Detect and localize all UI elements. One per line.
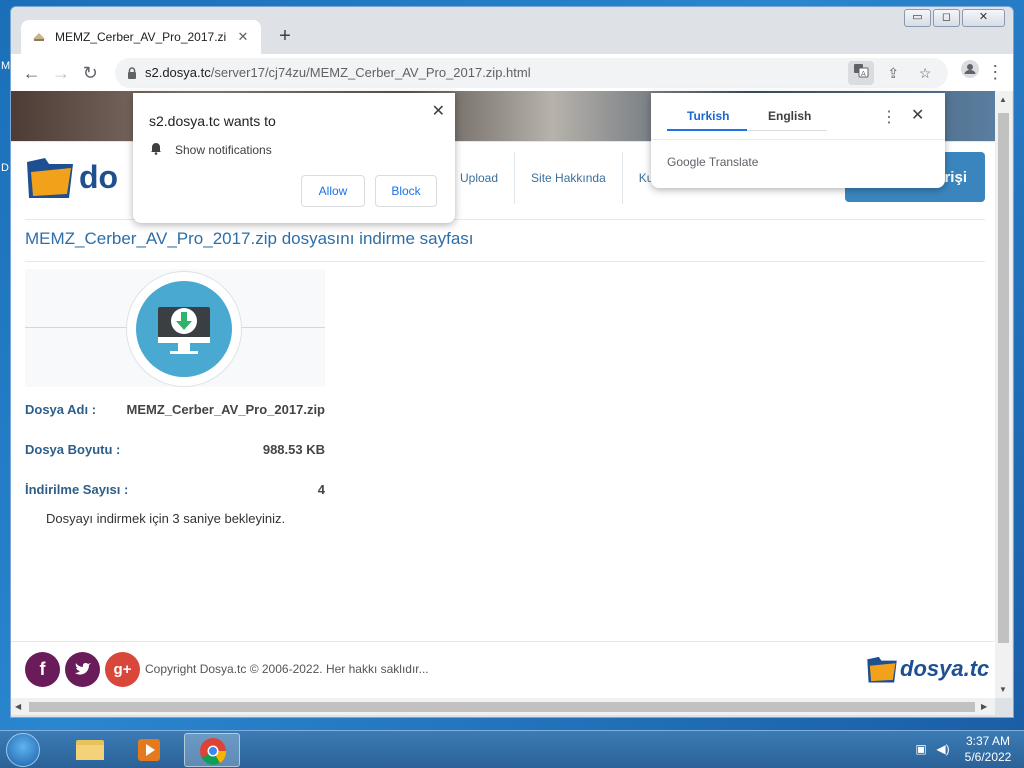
logo-text: do bbox=[79, 158, 119, 195]
file-name-value: MEMZ_Cerber_AV_Pro_2017.zip bbox=[126, 402, 325, 417]
page-title: MEMZ_Cerber_AV_Pro_2017.zip dosyasını in… bbox=[25, 229, 474, 248]
file-size-row: Dosya Boyutu : 988.53 KB bbox=[25, 442, 325, 457]
taskbar: ▣ ◀) 3:37 AM 5/6/2022 bbox=[0, 730, 1024, 768]
start-button[interactable] bbox=[6, 733, 40, 767]
allow-button[interactable]: Allow bbox=[301, 175, 365, 207]
browser-toolbar: ← → ↻ s2.dosya.tc/server17/cj74zu/MEMZ_C… bbox=[11, 54, 1013, 91]
twitter-icon[interactable] bbox=[65, 652, 100, 687]
download-monitor-icon[interactable] bbox=[136, 281, 232, 377]
facebook-icon[interactable]: f bbox=[25, 652, 60, 687]
brand-translate: Translate bbox=[708, 155, 759, 169]
google-plus-icon[interactable]: g+ bbox=[105, 652, 140, 687]
file-name-label: Dosya Adı : bbox=[25, 402, 97, 417]
notification-popup-title: s2.dosya.tc wants to bbox=[149, 113, 276, 129]
media-player-taskbar-icon[interactable] bbox=[122, 733, 178, 767]
svg-text:A: A bbox=[861, 70, 866, 78]
active-tab-indicator bbox=[667, 129, 747, 131]
new-tab-button[interactable]: + bbox=[273, 25, 297, 49]
bookmark-star-icon[interactable]: ☆ bbox=[912, 61, 938, 85]
google-translate-brand: Google Translate bbox=[667, 155, 758, 169]
scroll-up-arrow-icon[interactable]: ▲ bbox=[999, 95, 1007, 104]
desktop-icon-label: M bbox=[1, 60, 11, 72]
scroll-left-arrow-icon[interactable]: ◀ bbox=[15, 702, 21, 711]
file-size-label: Dosya Boyutu : bbox=[25, 442, 121, 457]
volume-icon[interactable]: ◀) bbox=[936, 742, 950, 756]
chrome-taskbar-icon[interactable] bbox=[184, 733, 240, 767]
footer-logo[interactable]: dosya.tc bbox=[866, 654, 989, 684]
footer-logo-folder-icon bbox=[867, 656, 897, 683]
reload-button[interactable]: ↻ bbox=[76, 58, 105, 88]
bell-icon bbox=[149, 141, 163, 158]
browser-window: MEMZ_Cerber_AV_Pro_2017.zip d ✕ + ▭ ◻ ✕ … bbox=[10, 6, 1014, 718]
translate-options-icon[interactable]: ⋮ bbox=[881, 107, 897, 127]
block-button[interactable]: Block bbox=[375, 175, 437, 207]
clock-time: 3:37 AM bbox=[965, 734, 1011, 748]
tab-title: MEMZ_Cerber_AV_Pro_2017.zip d bbox=[55, 30, 227, 44]
close-window-button[interactable]: ✕ bbox=[962, 9, 1005, 27]
network-icon[interactable]: ▣ bbox=[914, 742, 928, 756]
maximize-button[interactable]: ◻ bbox=[933, 9, 960, 27]
site-footer: f g+ Copyright Dosya.tc © 2006-2022. Her… bbox=[11, 641, 995, 698]
file-size-value: 988.53 KB bbox=[262, 442, 325, 457]
vertical-scroll-thumb[interactable] bbox=[998, 113, 1009, 643]
download-count-value: 4 bbox=[317, 482, 325, 497]
scroll-down-arrow-icon[interactable]: ▼ bbox=[999, 685, 1007, 694]
tab-divider bbox=[747, 130, 827, 131]
lock-icon[interactable] bbox=[125, 66, 139, 80]
translate-popup: Turkish English ⋮ ✕ Google Translate bbox=[651, 93, 945, 188]
forward-button[interactable]: → bbox=[46, 58, 75, 88]
translate-icon[interactable]: A bbox=[848, 60, 875, 85]
browser-menu-icon[interactable]: ⋮ bbox=[984, 62, 1007, 83]
wait-message: Dosyayı indirmek için 3 saniye bekleyini… bbox=[46, 511, 286, 526]
profile-icon[interactable] bbox=[956, 59, 983, 87]
explorer-taskbar-icon[interactable] bbox=[62, 733, 118, 767]
download-count-label: İndirilme Sayısı : bbox=[25, 482, 129, 497]
site-logo[interactable]: do bbox=[25, 154, 118, 200]
divider bbox=[651, 139, 945, 140]
divider bbox=[25, 261, 985, 262]
notification-permission-popup: s2.dosya.tc wants to ✕ Show notification… bbox=[133, 93, 455, 223]
url-path: /server17/cj74zu/MEMZ_Cerber_AV_Pro_2017… bbox=[210, 65, 531, 80]
address-bar[interactable]: s2.dosya.tc/server17/cj74zu/MEMZ_Cerber_… bbox=[114, 57, 949, 88]
clock-date: 5/6/2022 bbox=[964, 750, 1012, 764]
horizontal-scroll-thumb[interactable] bbox=[29, 702, 975, 712]
footer-logo-text: dosya.tc bbox=[900, 656, 990, 681]
nav-item-about[interactable]: Site Hakkında bbox=[514, 152, 622, 204]
copyright-text: Copyright Dosya.tc © 2006-2022. Her hakk… bbox=[145, 662, 429, 676]
browser-tab[interactable]: MEMZ_Cerber_AV_Pro_2017.zip d ✕ bbox=[21, 20, 261, 54]
system-tray: ▣ ◀) 3:37 AM 5/6/2022 bbox=[914, 733, 1018, 765]
permission-label: Show notifications bbox=[175, 142, 272, 157]
permission-row: Show notifications bbox=[149, 141, 272, 158]
file-name-row: Dosya Adı : MEMZ_Cerber_AV_Pro_2017.zip bbox=[25, 402, 325, 417]
clock[interactable]: 3:37 AM 5/6/2022 bbox=[958, 733, 1018, 765]
tab-close-icon[interactable]: ✕ bbox=[235, 29, 251, 45]
close-icon[interactable]: ✕ bbox=[911, 105, 924, 125]
tab-strip: MEMZ_Cerber_AV_Pro_2017.zip d ✕ + ▭ ◻ ✕ bbox=[11, 7, 1013, 54]
back-button[interactable]: ← bbox=[17, 58, 46, 88]
url-domain: s2.dosya.tc bbox=[144, 65, 211, 80]
download-count-row: İndirilme Sayısı : 4 bbox=[25, 482, 325, 497]
url-text[interactable]: s2.dosya.tc/server17/cj74zu/MEMZ_Cerber_… bbox=[145, 65, 842, 80]
desktop-icon-label: D bbox=[1, 162, 9, 174]
scroll-right-arrow-icon[interactable]: ▶ bbox=[981, 702, 987, 711]
minimize-button[interactable]: ▭ bbox=[904, 9, 931, 27]
dosya-favicon-icon bbox=[31, 29, 47, 45]
window-controls: ▭ ◻ ✕ bbox=[904, 9, 1005, 27]
brand-google: Google bbox=[667, 155, 706, 169]
logo-folder-icon bbox=[27, 158, 73, 198]
close-icon[interactable]: ✕ bbox=[432, 101, 445, 121]
share-icon[interactable]: ⇪ bbox=[880, 61, 906, 85]
